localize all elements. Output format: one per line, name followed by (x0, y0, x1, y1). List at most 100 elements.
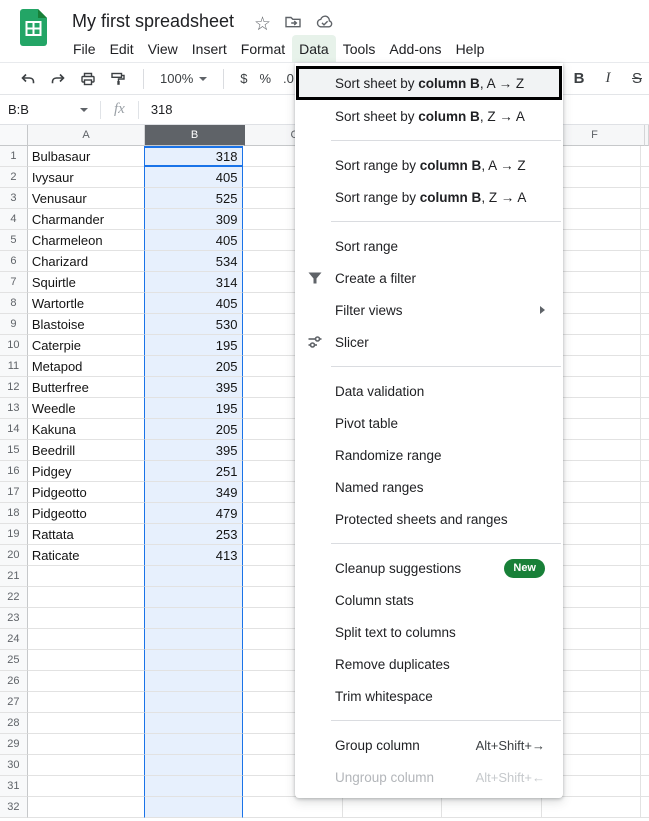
cell-e32[interactable] (442, 797, 541, 818)
row-header-23[interactable]: 23 (0, 608, 28, 629)
column-header-a[interactable]: A (28, 125, 145, 146)
cell-a21[interactable] (28, 566, 144, 587)
cell-a5[interactable]: Charmeleon (28, 230, 144, 251)
cloud-saved-icon[interactable] (315, 13, 335, 36)
italic-button[interactable]: I (599, 70, 617, 87)
cell-f32[interactable] (542, 797, 641, 818)
cell-a4[interactable]: Charmander (28, 209, 144, 230)
cell-a32[interactable] (28, 797, 144, 818)
cell-a10[interactable]: Caterpie (28, 335, 144, 356)
cell-a9[interactable]: Blastoise (28, 314, 144, 335)
menu-item-split-text-to-columns[interactable]: Split text to columns (295, 616, 563, 648)
row-header-14[interactable]: 14 (0, 419, 28, 440)
menu-item-slicer[interactable]: Slicer (295, 326, 563, 358)
row-header-7[interactable]: 7 (0, 272, 28, 293)
cell-a8[interactable]: Wartortle (28, 293, 144, 314)
cell-b20[interactable]: 413 (144, 545, 243, 566)
strikethrough-button[interactable]: S (628, 70, 646, 87)
menu-item-column-stats[interactable]: Column stats (295, 584, 563, 616)
row-header-31[interactable]: 31 (0, 776, 28, 797)
cell-a2[interactable]: Ivysaur (28, 167, 144, 188)
row-header-1[interactable]: 1 (0, 146, 28, 167)
cell-b15[interactable]: 395 (144, 440, 243, 461)
menu-item-filter-views[interactable]: Filter views (295, 294, 563, 326)
cell-a6[interactable]: Charizard (28, 251, 144, 272)
menu-item-trim-whitespace[interactable]: Trim whitespace (295, 680, 563, 712)
menu-item-create-a-filter[interactable]: Create a filter (295, 262, 563, 294)
cell-b26[interactable] (144, 671, 243, 692)
row-header-15[interactable]: 15 (0, 440, 28, 461)
cell-a27[interactable] (28, 692, 144, 713)
menu-item-data-validation[interactable]: Data validation (295, 375, 563, 407)
cell-a7[interactable]: Squirtle (28, 272, 144, 293)
cell-a20[interactable]: Raticate (28, 545, 144, 566)
row-header-13[interactable]: 13 (0, 398, 28, 419)
menu-item-sort-range-by-column-b-a-z[interactable]: Sort range by column B, A → Z (295, 149, 563, 181)
cell-b7[interactable]: 314 (144, 272, 243, 293)
cell-b2[interactable]: 405 (144, 167, 243, 188)
cell-b18[interactable]: 479 (144, 503, 243, 524)
row-header-30[interactable]: 30 (0, 755, 28, 776)
column-header-b[interactable]: B (145, 125, 245, 146)
menu-item-remove-duplicates[interactable]: Remove duplicates (295, 648, 563, 680)
cell-a17[interactable]: Pidgeotto (28, 482, 144, 503)
menu-item-cleanup-suggestions[interactable]: Cleanup suggestionsNew (295, 552, 563, 584)
sheets-logo-icon[interactable] (20, 9, 47, 51)
cell-b3[interactable]: 525 (144, 188, 243, 209)
menu-item-sort-range-by-column-b-z-a[interactable]: Sort range by column B, Z → A (295, 181, 563, 213)
row-header-11[interactable]: 11 (0, 356, 28, 377)
row-header-4[interactable]: 4 (0, 209, 28, 230)
menu-item-named-ranges[interactable]: Named ranges (295, 471, 563, 503)
row-header-21[interactable]: 21 (0, 566, 28, 587)
menubar-item-edit[interactable]: Edit (103, 35, 141, 62)
cell-b31[interactable] (144, 776, 243, 797)
cell-b16[interactable]: 251 (144, 461, 243, 482)
row-header-2[interactable]: 2 (0, 167, 28, 188)
cell-b24[interactable] (144, 629, 243, 650)
row-header-26[interactable]: 26 (0, 671, 28, 692)
cell-a28[interactable] (28, 713, 144, 734)
row-header-18[interactable]: 18 (0, 503, 28, 524)
row-header-32[interactable]: 32 (0, 797, 28, 818)
menubar-item-file[interactable]: File (66, 35, 103, 62)
cell-b8[interactable]: 405 (144, 293, 243, 314)
menu-item-pivot-table[interactable]: Pivot table (295, 407, 563, 439)
paint-format-button[interactable] (109, 70, 127, 88)
cell-b19[interactable]: 253 (144, 524, 243, 545)
cell-b21[interactable] (144, 566, 243, 587)
cell-b13[interactable]: 195 (144, 398, 243, 419)
cell-a12[interactable]: Butterfree (28, 377, 144, 398)
row-header-9[interactable]: 9 (0, 314, 28, 335)
formula-input[interactable]: 318 (151, 102, 173, 117)
cell-b17[interactable]: 349 (144, 482, 243, 503)
row-header-20[interactable]: 20 (0, 545, 28, 566)
cell-a30[interactable] (28, 755, 144, 776)
menubar-item-insert[interactable]: Insert (185, 35, 234, 62)
cell-a19[interactable]: Rattata (28, 524, 144, 545)
cell-a3[interactable]: Venusaur (28, 188, 144, 209)
cell-b22[interactable] (144, 587, 243, 608)
cell-a13[interactable]: Weedle (28, 398, 144, 419)
cell-a25[interactable] (28, 650, 144, 671)
row-header-27[interactable]: 27 (0, 692, 28, 713)
row-header-17[interactable]: 17 (0, 482, 28, 503)
cell-a22[interactable] (28, 587, 144, 608)
cell-c32[interactable] (243, 797, 342, 818)
menu-item-group-column[interactable]: Group columnAlt+Shift+→ (295, 729, 563, 761)
row-header-5[interactable]: 5 (0, 230, 28, 251)
menubar-item-format[interactable]: Format (234, 35, 292, 62)
menubar-item-add-ons[interactable]: Add-ons (382, 35, 448, 62)
row-header-19[interactable]: 19 (0, 524, 28, 545)
cell-d32[interactable] (343, 797, 442, 818)
cell-a14[interactable]: Kakuna (28, 419, 144, 440)
cell-a15[interactable]: Beedrill (28, 440, 144, 461)
cell-b5[interactable]: 405 (144, 230, 243, 251)
menu-item-sort-sheet-by-column-b-z-a[interactable]: Sort sheet by column B, Z → A (295, 100, 563, 132)
row-header-25[interactable]: 25 (0, 650, 28, 671)
cell-a16[interactable]: Pidgey (28, 461, 144, 482)
name-box[interactable]: B:B (0, 95, 100, 124)
cell-b14[interactable]: 205 (144, 419, 243, 440)
row-header-10[interactable]: 10 (0, 335, 28, 356)
row-header-16[interactable]: 16 (0, 461, 28, 482)
cell-a31[interactable] (28, 776, 144, 797)
